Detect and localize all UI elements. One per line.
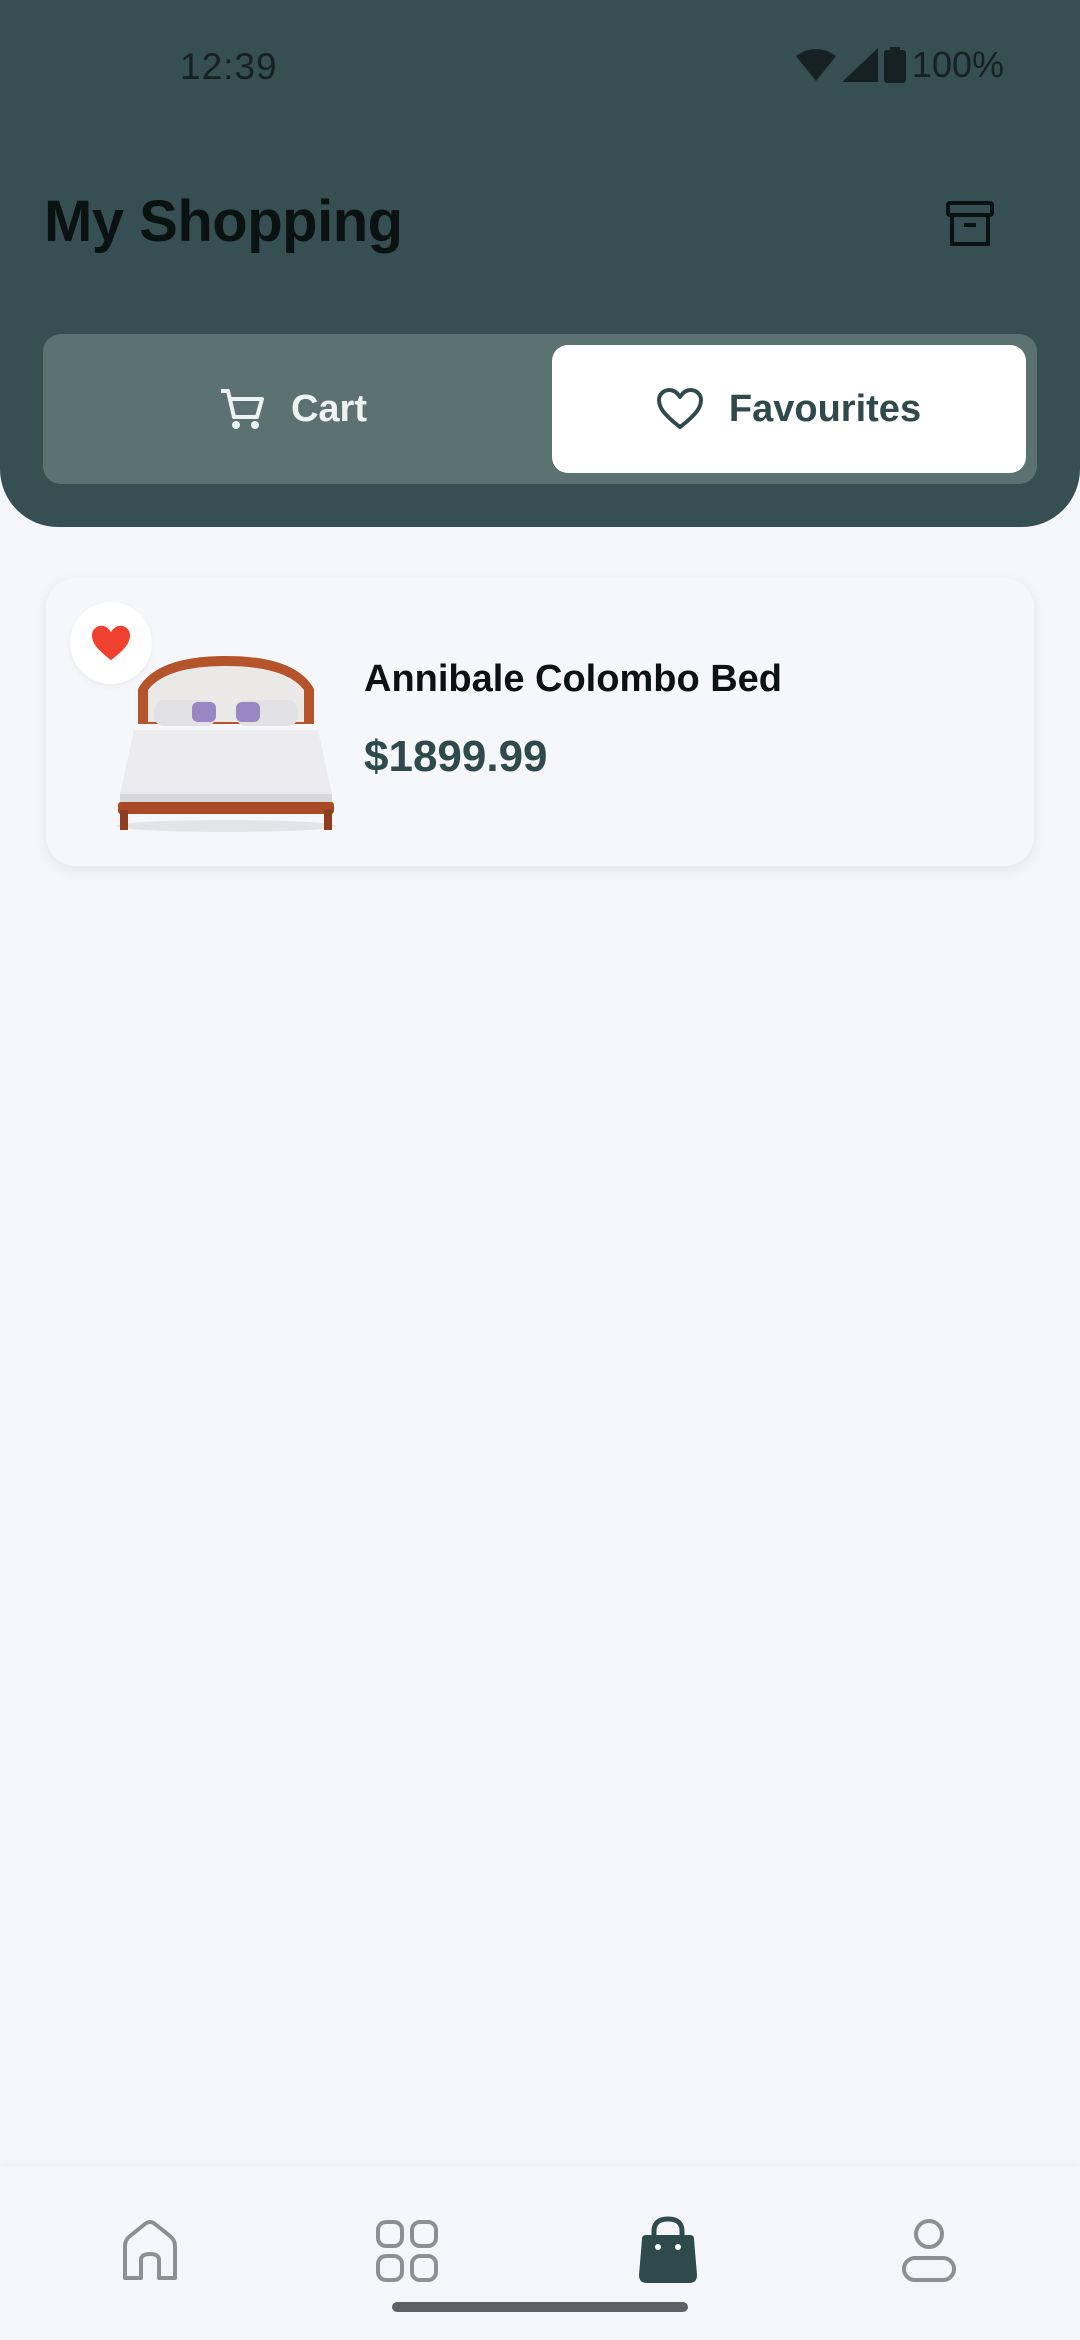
page-title: My Shopping bbox=[44, 189, 403, 254]
nav-profile[interactable] bbox=[884, 2206, 974, 2296]
home-indicator[interactable] bbox=[392, 2302, 688, 2312]
shopping-tabs: Cart Favourites bbox=[43, 334, 1037, 484]
tab-favourites[interactable]: Favourites bbox=[552, 345, 1026, 473]
header-panel: 12:39 100% My Shopping Cart Favourites bbox=[0, 0, 1080, 527]
home-icon bbox=[123, 2220, 177, 2280]
status-time: 12:39 bbox=[180, 46, 278, 87]
status-icons: 100% bbox=[795, 44, 1004, 86]
product-price: $1899.99 bbox=[364, 732, 548, 781]
tab-favourites-label: Favourites bbox=[728, 387, 922, 430]
archive-button[interactable] bbox=[940, 194, 1000, 254]
product-name: Annibale Colombo Bed bbox=[364, 658, 782, 700]
archive-icon bbox=[946, 201, 994, 246]
battery-icon bbox=[883, 47, 906, 83]
tab-cart-label: Cart bbox=[290, 387, 368, 430]
signal-icon bbox=[841, 48, 878, 82]
favourite-toggle[interactable] bbox=[70, 602, 152, 684]
tab-cart[interactable]: Cart bbox=[43, 345, 543, 473]
shopping-bag-icon bbox=[639, 2216, 697, 2283]
grid-icon bbox=[376, 2220, 438, 2282]
wifi-icon bbox=[795, 49, 836, 81]
bottom-navigation bbox=[0, 2166, 1080, 2340]
profile-icon bbox=[902, 2219, 956, 2282]
nav-home[interactable] bbox=[105, 2206, 195, 2296]
cart-icon bbox=[220, 389, 264, 429]
battery-level: 100% bbox=[911, 44, 1004, 85]
heart-outline-icon bbox=[656, 388, 703, 429]
nav-categories[interactable] bbox=[362, 2206, 452, 2296]
nav-shopping[interactable] bbox=[623, 2206, 713, 2296]
heart-filled-icon bbox=[92, 625, 130, 661]
favourite-item-card[interactable]: Annibale Colombo Bed $1899.99 bbox=[46, 578, 1034, 866]
